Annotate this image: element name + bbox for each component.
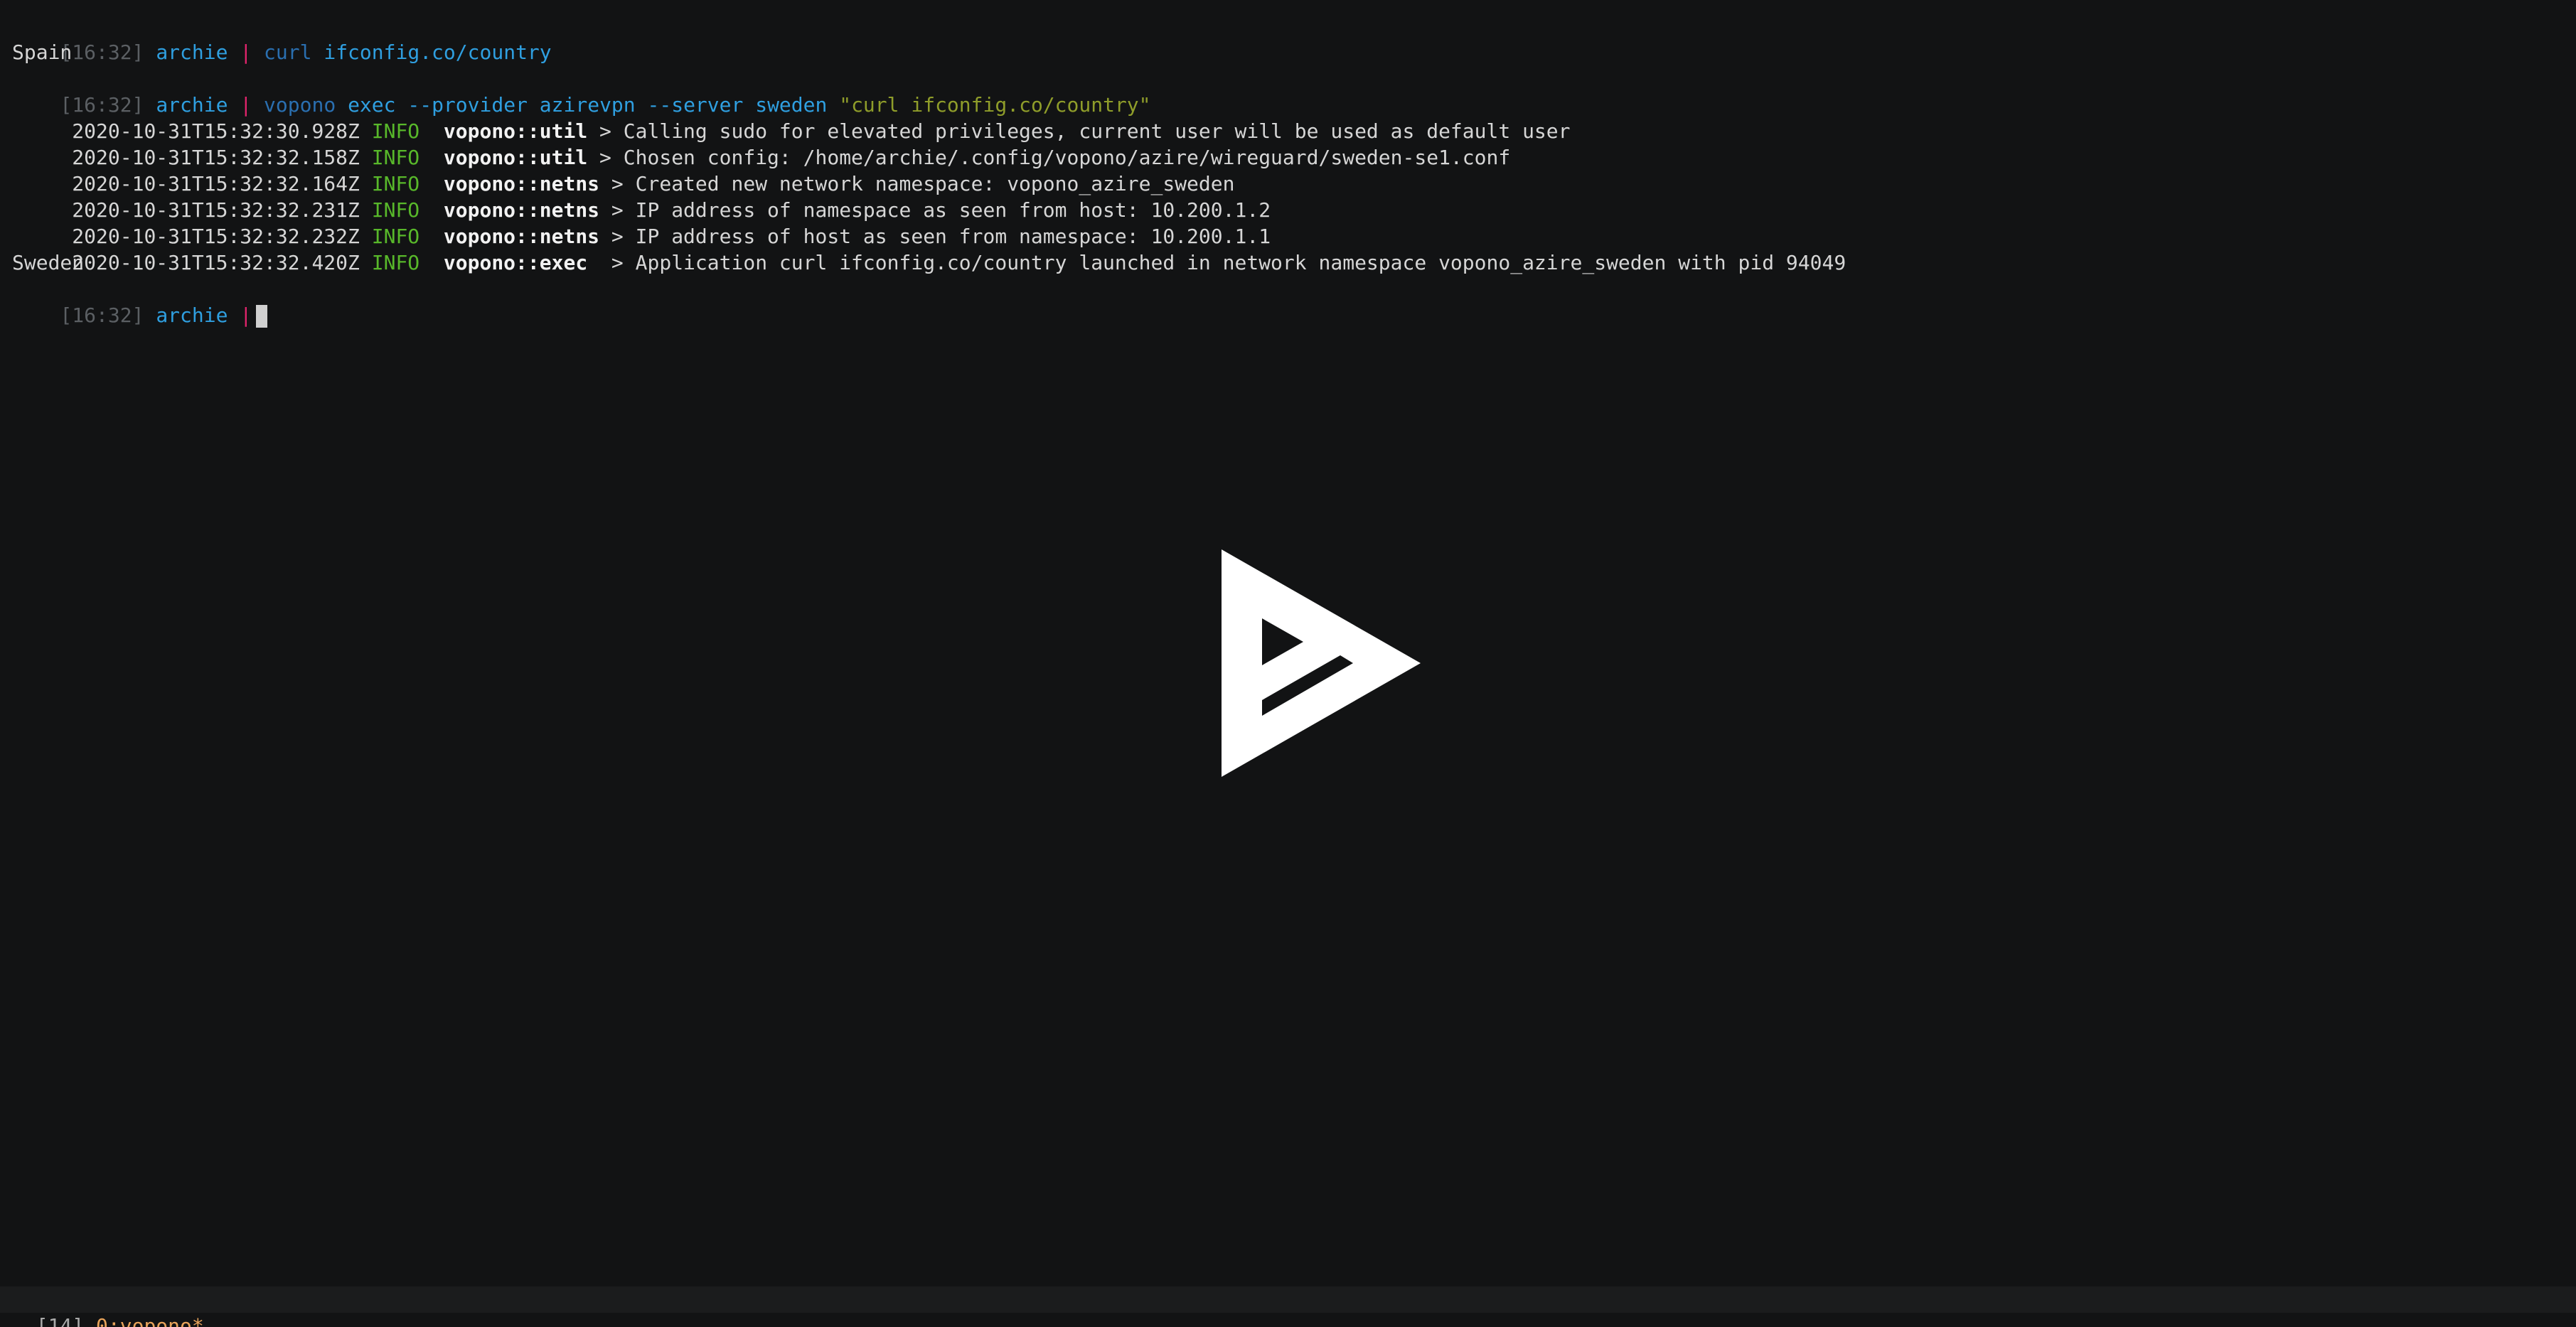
output-line-sweden: Sweden xyxy=(12,251,85,274)
log-message: > Application curl ifconfig.co/country l… xyxy=(587,251,1847,274)
prompt-line-3: [16:32] archie | xyxy=(12,276,268,328)
tmux-status-bar: [14] 0:vopono* xyxy=(0,1286,2576,1327)
tmux-window-tab[interactable]: 0:vopono* xyxy=(96,1314,204,1327)
log-line: 2020-10-31T15:32:32.420Z INFO vopono::ex… xyxy=(12,223,1846,274)
prompt-separator: | xyxy=(240,303,252,327)
play-button[interactable] xyxy=(1219,547,1422,778)
log-line: 2020-10-31T15:32:32.158Z INFO vopono::ut… xyxy=(12,118,1510,169)
log-line: 2020-10-31T15:32:32.231Z INFO vopono::ne… xyxy=(12,171,1271,222)
log-line: 2020-10-31T15:32:32.164Z INFO vopono::ne… xyxy=(12,144,1234,195)
asciinema-play-icon xyxy=(1222,549,1421,777)
prompt-user: archie xyxy=(156,303,228,327)
log-module: vopono::exec xyxy=(443,251,588,274)
prompt-timestamp: [16:32] xyxy=(60,41,144,64)
prompt-line-1: [16:32] archie | curl ifconfig.co/countr… xyxy=(12,13,551,64)
terminal-cursor xyxy=(256,305,268,328)
log-time: 2020-10-31T15:32:32.420Z xyxy=(60,251,360,274)
prompt-user: archie xyxy=(156,41,228,64)
output-line-spain: Spain xyxy=(12,41,73,64)
prompt-separator: | xyxy=(240,41,252,64)
log-line: 2020-10-31T15:32:30.928Z INFO vopono::ut… xyxy=(12,92,1570,143)
log-level: INFO xyxy=(371,251,420,274)
prompt-line-2: [16:32] archie | vopono exec --provider … xyxy=(12,65,1150,117)
command-args: ifconfig.co/country xyxy=(324,41,552,64)
prompt-timestamp: [16:32] xyxy=(60,303,144,327)
command-name: curl xyxy=(264,41,312,64)
log-line: 2020-10-31T15:32:32.232Z INFO vopono::ne… xyxy=(12,197,1271,248)
tmux-session-name: [14] xyxy=(36,1314,85,1327)
